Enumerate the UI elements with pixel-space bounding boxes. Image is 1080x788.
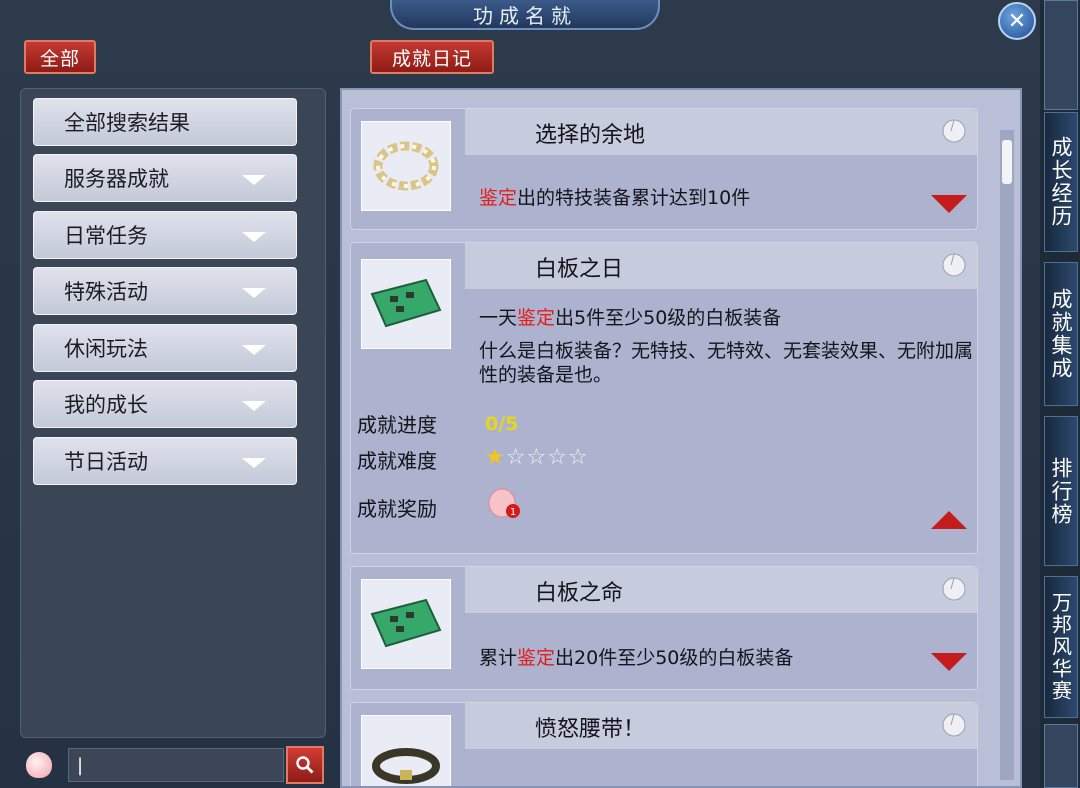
green-equipment-icon bbox=[361, 579, 451, 669]
category-special[interactable]: 特殊活动 bbox=[33, 267, 297, 315]
category-label: 服务器成就 bbox=[64, 167, 169, 191]
category-festival[interactable]: 节日活动 bbox=[33, 437, 297, 485]
reward-peach-icon[interactable]: 1 bbox=[487, 485, 520, 519]
category-leisure[interactable]: 休闲玩法 bbox=[33, 324, 297, 372]
progress-value: 0/5 bbox=[485, 413, 519, 435]
achievement-note: 什么是白板装备？无特技、无特效、无套装效果、无附加属性的装备是也。 bbox=[479, 340, 974, 386]
achievement-title: 白板之日 bbox=[535, 257, 624, 282]
achievement-title: 选择的余地 bbox=[535, 123, 646, 148]
pearl-bracelet-icon bbox=[361, 121, 451, 211]
peach-reward-icon bbox=[942, 713, 966, 737]
window-title: 功成名就 bbox=[390, 0, 660, 30]
star-empty-icon: ☆ bbox=[567, 445, 589, 470]
difficulty-label: 成就难度 bbox=[357, 449, 437, 473]
achievement-desc: 鉴定出的特技装备累计达到10件 bbox=[479, 187, 751, 209]
diary-tab-button[interactable]: 成就日记 bbox=[370, 40, 494, 74]
progress-label: 成就进度 bbox=[357, 413, 437, 437]
star-filled-icon: ★ bbox=[485, 445, 506, 470]
category-label: 全部搜索结果 bbox=[64, 111, 190, 135]
peach-reward-icon bbox=[942, 253, 966, 277]
achievement-card[interactable]: 白板之日 一天鉴定出5件至少50级的白板装备 什么是白板装备？无特技、无特效、无… bbox=[350, 242, 978, 554]
side-tab-growth-history[interactable]: 成长经历 bbox=[1044, 112, 1078, 252]
achievement-desc: 一天鉴定出5件至少50级的白板装备 bbox=[479, 307, 782, 329]
chevron-down-icon bbox=[242, 175, 266, 185]
category-growth[interactable]: 我的成长 bbox=[33, 380, 297, 428]
collapse-arrow-icon[interactable] bbox=[931, 511, 967, 529]
chevron-down-icon bbox=[242, 345, 266, 355]
search-input[interactable] bbox=[68, 748, 284, 782]
list-scrollbar[interactable] bbox=[1000, 130, 1014, 780]
category-daily[interactable]: 日常任务 bbox=[33, 211, 297, 259]
side-tab-competition[interactable]: 万邦风华赛 bbox=[1044, 576, 1078, 718]
all-tab-button[interactable]: 全部 bbox=[24, 40, 96, 74]
category-label: 我的成长 bbox=[64, 393, 148, 417]
chevron-down-icon bbox=[242, 458, 266, 468]
star-empty-icon: ☆ bbox=[505, 445, 527, 470]
difficulty-stars: ★☆☆☆☆ bbox=[485, 445, 589, 470]
chevron-down-icon bbox=[242, 232, 266, 242]
side-tab-achievement-collection[interactable]: 成就集成 bbox=[1044, 262, 1078, 406]
search-icon[interactable] bbox=[286, 746, 324, 784]
achievement-list: 选择的余地 鉴定出的特技装备累计达到10件 白板之日 一天鉴定出5件至少50级的… bbox=[340, 88, 1022, 788]
side-decoration bbox=[1044, 0, 1078, 110]
achievement-card[interactable]: 愤怒腰带！ bbox=[350, 702, 978, 786]
svg-text:1: 1 bbox=[510, 507, 516, 518]
category-panel: 全部搜索结果 服务器成就 日常任务 特殊活动 休闲玩法 我的成长 节日活动 bbox=[20, 88, 326, 738]
achievement-title: 愤怒腰带！ bbox=[535, 717, 646, 742]
expand-arrow-icon[interactable] bbox=[931, 195, 967, 213]
peach-reward-icon bbox=[942, 577, 966, 601]
category-label: 日常任务 bbox=[64, 224, 148, 248]
expand-arrow-icon[interactable] bbox=[931, 653, 967, 671]
chevron-down-icon bbox=[242, 401, 266, 411]
category-label: 休闲玩法 bbox=[64, 337, 148, 361]
scrollbar-thumb[interactable] bbox=[1002, 140, 1012, 184]
green-equipment-icon bbox=[361, 259, 451, 349]
achievement-card[interactable]: 白板之命 累计鉴定出20件至少50级的白板装备 bbox=[350, 566, 978, 690]
achievement-card[interactable]: 选择的余地 鉴定出的特技装备累计达到10件 bbox=[350, 108, 978, 230]
category-all-results[interactable]: 全部搜索结果 bbox=[33, 98, 297, 146]
peach-reward-icon bbox=[942, 119, 966, 143]
side-decoration bbox=[1044, 724, 1078, 788]
category-label: 节日活动 bbox=[64, 450, 148, 474]
reward-label: 成就奖励 bbox=[357, 497, 437, 521]
search-row bbox=[20, 746, 325, 786]
star-empty-icon: ☆ bbox=[547, 445, 568, 470]
category-server[interactable]: 服务器成就 bbox=[33, 154, 297, 202]
achievement-title: 白板之命 bbox=[535, 581, 624, 606]
star-empty-icon: ☆ bbox=[526, 445, 548, 470]
close-icon[interactable]: ✕ bbox=[998, 2, 1036, 40]
chevron-down-icon bbox=[242, 288, 266, 298]
achievement-desc: 累计鉴定出20件至少50级的白板装备 bbox=[479, 647, 794, 669]
peach-icon bbox=[26, 752, 52, 778]
belt-icon bbox=[361, 715, 451, 786]
side-tab-leaderboard[interactable]: 排行榜 bbox=[1044, 416, 1078, 566]
category-label: 特殊活动 bbox=[64, 280, 148, 304]
